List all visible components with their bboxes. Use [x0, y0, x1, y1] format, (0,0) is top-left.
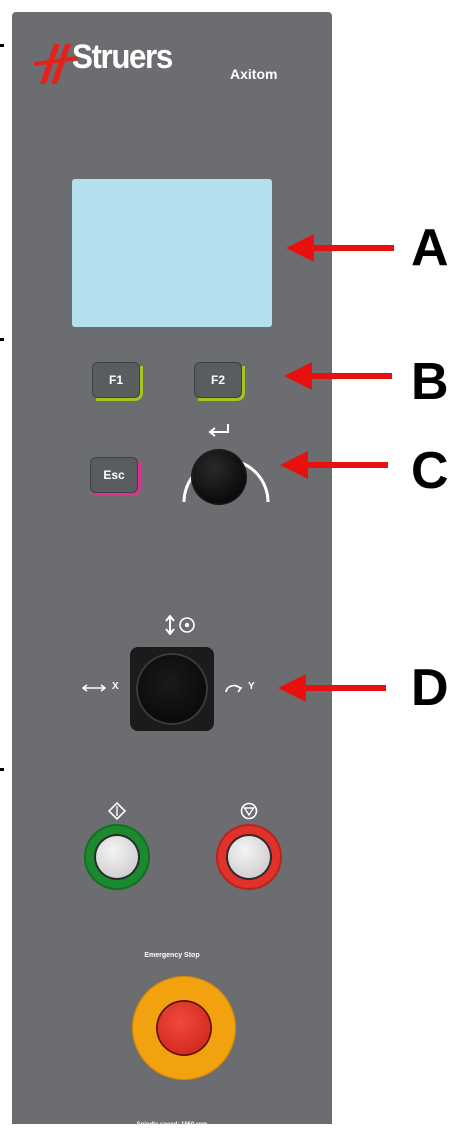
- callout-arrow-d: [278, 674, 386, 702]
- stop-icon: [240, 802, 258, 820]
- f2-key-label: F2: [210, 373, 225, 387]
- y-axis-label: Y: [248, 681, 255, 692]
- joystick-x-label: X: [82, 680, 132, 696]
- start-button[interactable]: [84, 824, 150, 890]
- brand-name: Struers: [72, 38, 173, 76]
- stop-button-cap: [228, 836, 270, 878]
- x-axis-label: X: [112, 681, 119, 692]
- callout-letter-d: D: [411, 659, 449, 717]
- callout-arrow-b: [284, 362, 392, 390]
- rotate-arrow-icon: [225, 684, 243, 693]
- callout-letter-b: B: [411, 353, 449, 411]
- esc-key[interactable]: Esc: [90, 457, 141, 496]
- emergency-stop-label: Emergency Stop: [144, 952, 200, 959]
- vertical-move-rotate-icon: [165, 615, 195, 635]
- model-name: Axitom: [230, 66, 278, 82]
- f2-key[interactable]: F2: [194, 362, 245, 401]
- rotary-knob[interactable]: [192, 450, 246, 504]
- spindle-speed-text: Spindle speed: 1950 rpm: [136, 1122, 208, 1128]
- start-icon: [108, 802, 126, 820]
- display-screen: [72, 179, 272, 327]
- edge-tick: [0, 44, 4, 47]
- emergency-stop-button[interactable]: [158, 1002, 210, 1054]
- callout-arrow-c: [280, 451, 388, 479]
- edge-tick: [0, 338, 4, 341]
- callout-arrow-a: [286, 234, 394, 262]
- start-button-cap: [96, 836, 138, 878]
- horizontal-arrows-icon: [82, 684, 106, 692]
- callout-letter-a: A: [411, 219, 449, 277]
- joystick-y-label: Y: [224, 680, 274, 696]
- stop-button[interactable]: [216, 824, 282, 890]
- edge-tick: [0, 768, 4, 771]
- esc-key-label: Esc: [103, 468, 125, 482]
- control-panel: Struers Axitom F1 F2 Esc X Y Emergency S…: [12, 12, 332, 1128]
- callout-letter-c: C: [411, 442, 449, 500]
- joystick[interactable]: [138, 655, 206, 723]
- f1-key-label: F1: [108, 373, 123, 387]
- f1-key[interactable]: F1: [92, 362, 143, 401]
